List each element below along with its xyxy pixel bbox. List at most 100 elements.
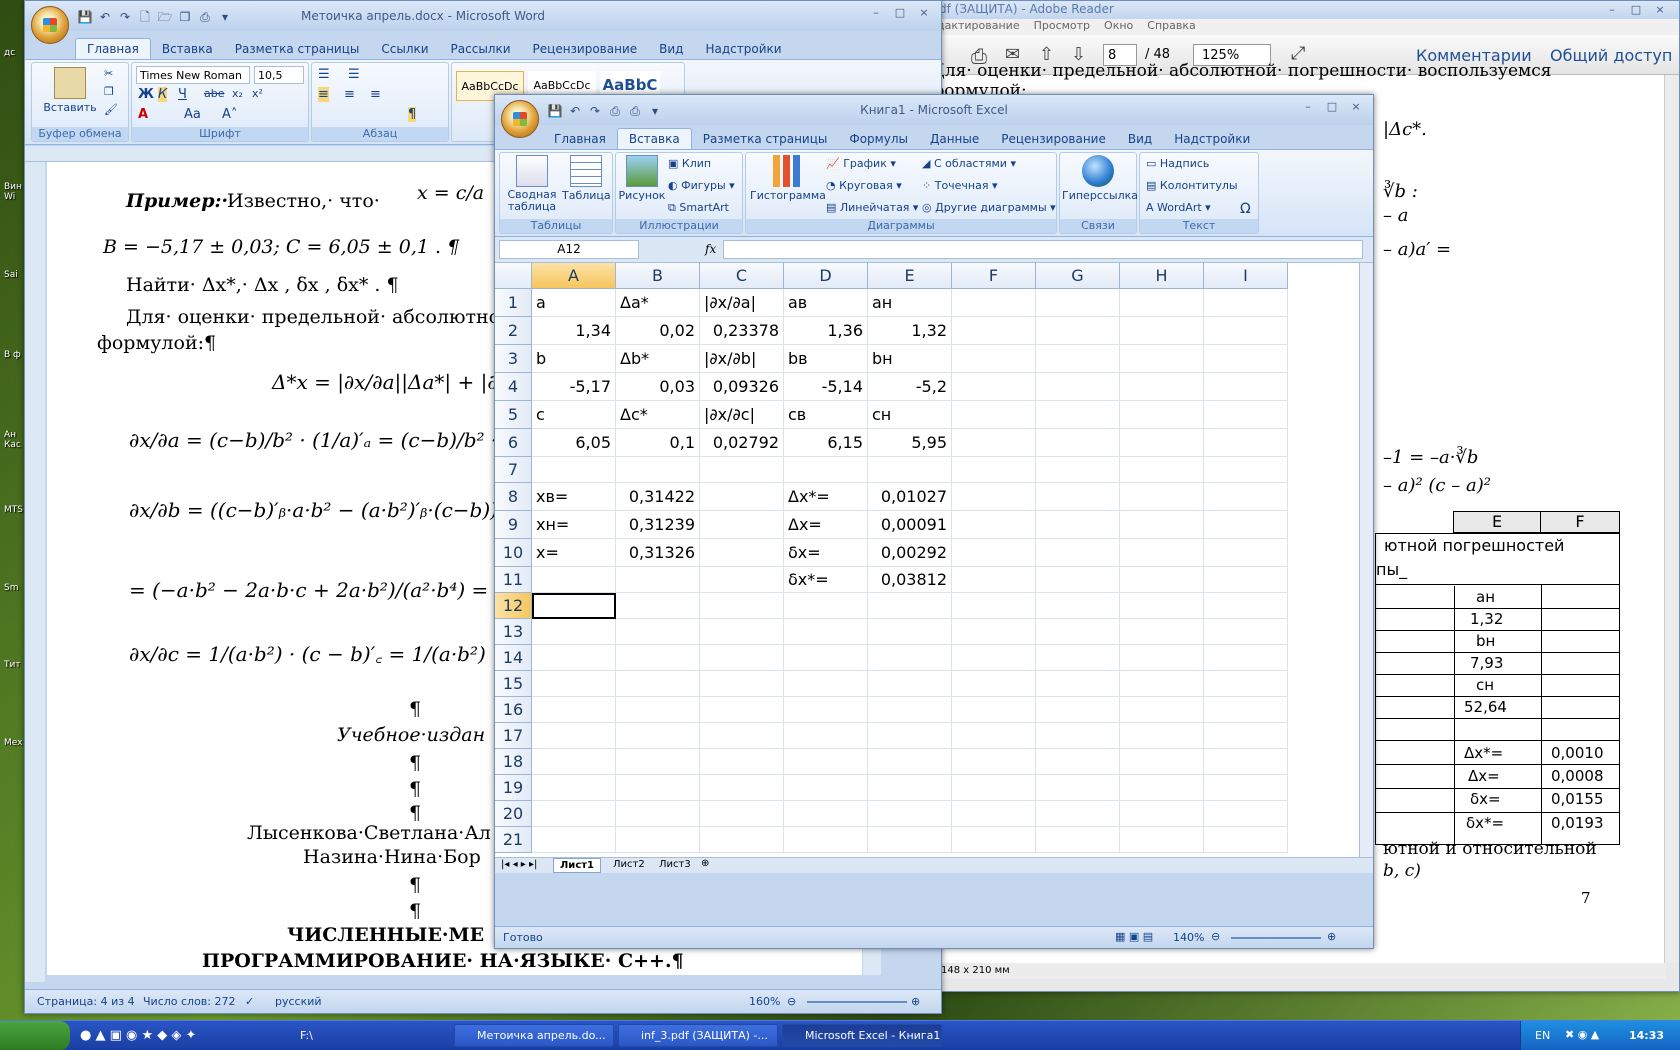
pdf-menu-item[interactable]: Справка (1147, 19, 1195, 35)
cell[interactable] (1120, 539, 1204, 567)
cell[interactable] (1036, 429, 1120, 457)
cell[interactable] (1120, 511, 1204, 539)
cell[interactable] (868, 775, 952, 801)
tab-view[interactable]: Вид (1117, 129, 1163, 149)
cell[interactable]: 1,34 (532, 317, 616, 345)
tab-data[interactable]: Данные (919, 129, 990, 149)
cell[interactable] (1120, 373, 1204, 401)
row-header[interactable]: 14 (495, 645, 532, 671)
cell[interactable] (700, 567, 784, 593)
cell[interactable] (1120, 827, 1204, 853)
row-header[interactable]: 15 (495, 671, 532, 697)
cell[interactable]: xв= (532, 483, 616, 511)
cell[interactable] (532, 775, 616, 801)
cell[interactable]: |∂x/∂b| (700, 345, 784, 373)
cell[interactable] (784, 697, 868, 723)
cell[interactable] (1120, 401, 1204, 429)
italic-icon[interactable]: К (158, 87, 168, 102)
sheet-tab-1[interactable]: Лист1 (553, 858, 601, 873)
cell[interactable] (1036, 539, 1120, 567)
cell[interactable] (1204, 289, 1288, 317)
cell[interactable] (952, 511, 1036, 539)
customize-icon[interactable]: ▾ (647, 103, 663, 119)
cell[interactable]: bв (784, 345, 868, 373)
cell[interactable] (1036, 317, 1120, 345)
row-header[interactable]: 18 (495, 749, 532, 775)
tab-insert[interactable]: Вставка (151, 39, 224, 59)
minimize-icon[interactable]: – (1601, 2, 1623, 18)
cell[interactable] (1120, 619, 1204, 645)
cell[interactable] (616, 645, 700, 671)
row-header[interactable]: 19 (495, 775, 532, 801)
close-icon[interactable]: × (913, 5, 935, 21)
pivot-table-button[interactable]: Сводная таблица (504, 155, 560, 213)
bold-icon[interactable]: Ж (138, 87, 154, 102)
cell[interactable] (784, 671, 868, 697)
row-header[interactable]: 7 (495, 457, 532, 483)
cell[interactable] (868, 827, 952, 853)
cell[interactable] (1036, 345, 1120, 373)
cell[interactable]: 0,23378 (700, 317, 784, 345)
cell[interactable] (1120, 749, 1204, 775)
zoom-slider[interactable] (807, 1001, 907, 1003)
wordart-button[interactable]: A WordArt ▾ (1146, 201, 1211, 214)
cell[interactable] (784, 723, 868, 749)
row-header[interactable]: 16 (495, 697, 532, 723)
strikethrough-icon[interactable]: abe (204, 87, 225, 100)
status-zoom[interactable]: 140% (1173, 931, 1204, 944)
cell[interactable] (1204, 511, 1288, 539)
underline-icon[interactable]: Ч (178, 87, 187, 102)
cell[interactable] (784, 775, 868, 801)
cell[interactable]: |∂x/∂a| (700, 289, 784, 317)
row-header[interactable]: 1 (495, 289, 532, 317)
sheet-tab-2[interactable]: Лист2 (607, 858, 651, 871)
header-footer-button[interactable]: ▤ Колонтитулы (1146, 179, 1238, 192)
align-center-icon[interactable]: ≡ (318, 87, 329, 102)
tab-insert[interactable]: Вставка (616, 128, 692, 149)
redo-icon[interactable]: ↷ (587, 103, 603, 119)
cell[interactable] (1036, 567, 1120, 593)
cell[interactable] (952, 345, 1036, 373)
cell[interactable] (1120, 345, 1204, 373)
cell[interactable] (700, 723, 784, 749)
line-chart-button[interactable]: 📈 График ▾ (826, 157, 896, 170)
cell[interactable]: 0,31422 (616, 483, 700, 511)
picture-button[interactable]: Рисунок (618, 155, 666, 202)
cell[interactable] (700, 775, 784, 801)
zoom-out-icon[interactable]: ⊖ (1211, 930, 1220, 943)
cell[interactable] (1120, 645, 1204, 671)
task-excel[interactable]: Microsoft Excel - Книга1 (782, 1024, 942, 1047)
cell[interactable] (952, 567, 1036, 593)
cell[interactable] (868, 619, 952, 645)
cell[interactable] (700, 645, 784, 671)
column-header[interactable]: G (1036, 263, 1120, 289)
cell[interactable] (952, 539, 1036, 567)
cell[interactable] (1204, 801, 1288, 827)
maximize-icon[interactable]: □ (1625, 2, 1647, 18)
cell[interactable]: Δx*= (784, 483, 868, 511)
vertical-scrollbar[interactable] (1359, 263, 1373, 857)
cell[interactable] (1120, 697, 1204, 723)
row-header[interactable]: 9 (495, 511, 532, 539)
cut-icon[interactable]: ✂ (104, 67, 113, 80)
cell[interactable] (616, 671, 700, 697)
quicklaunch-icons[interactable]: ● ▲ ▣ ◉ ★ ◆ ◈ ✦ (80, 1028, 196, 1043)
cell[interactable] (868, 671, 952, 697)
cell[interactable]: Δc* (616, 401, 700, 429)
grow-font-icon[interactable]: A˄ (222, 107, 237, 122)
superscript-icon[interactable]: x² (252, 87, 263, 100)
cell[interactable] (1036, 373, 1120, 401)
tab-addins[interactable]: Надстройки (694, 39, 792, 59)
save-icon[interactable]: 💾 (77, 9, 93, 25)
row-header[interactable]: 10 (495, 539, 532, 567)
cell[interactable] (1120, 317, 1204, 345)
close-icon[interactable]: × (1345, 99, 1367, 115)
status-language[interactable]: русский (275, 995, 322, 1008)
cell[interactable] (1036, 645, 1120, 671)
tab-formulas[interactable]: Формулы (838, 129, 919, 149)
cell[interactable]: xн= (532, 511, 616, 539)
format-painter-icon[interactable]: 🖌 (104, 103, 118, 116)
cell[interactable] (1204, 429, 1288, 457)
cell[interactable] (1120, 429, 1204, 457)
cell[interactable] (1204, 317, 1288, 345)
